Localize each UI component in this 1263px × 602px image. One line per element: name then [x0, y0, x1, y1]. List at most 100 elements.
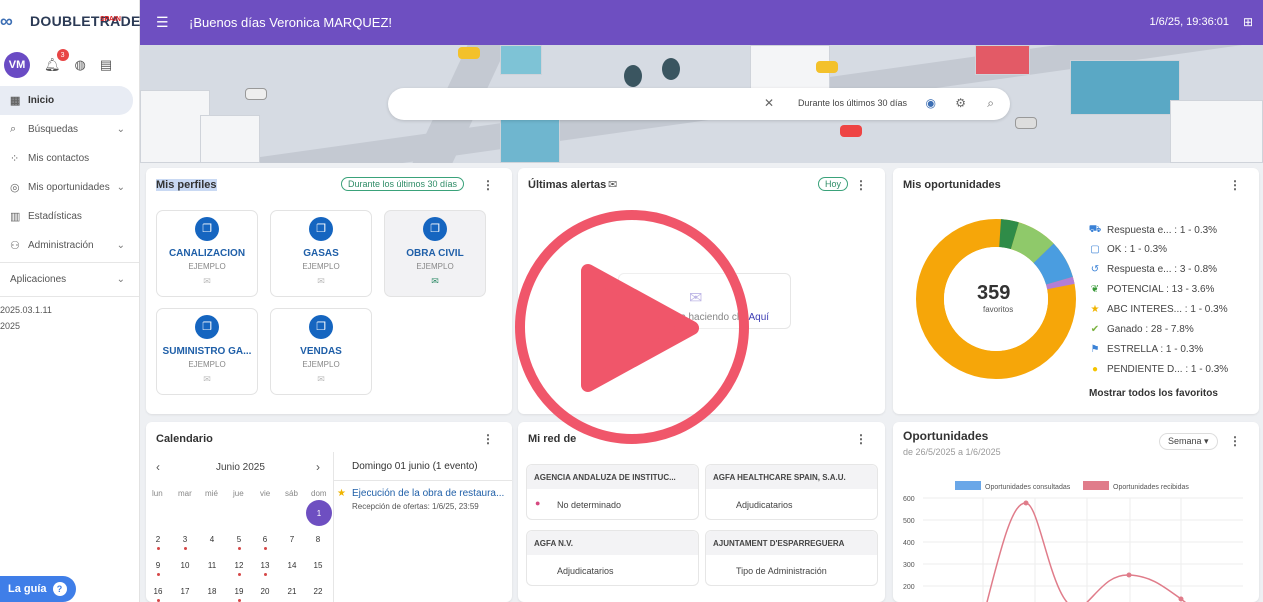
legend-row[interactable]: ✔ Ganado : 28 - 7.8% — [1088, 324, 1194, 335]
calendar-day[interactable]: 21 — [283, 587, 301, 596]
event-day-title: Domingo 01 junio (1 evento) — [352, 461, 478, 472]
here-link[interactable]: Aquí — [749, 312, 770, 323]
play-button[interactable] — [514, 209, 750, 445]
building-icon[interactable]: ▤ — [100, 57, 112, 73]
weekday: mié — [205, 489, 218, 498]
help-icon: ? — [52, 582, 67, 596]
show-all-link[interactable]: Mostrar todos los favoritos — [1089, 388, 1218, 399]
profile-sub: EJEMPLO — [302, 360, 340, 369]
sidebar-item-oportunidades[interactable]: ◎ Mis oportunidades ⌄ — [0, 173, 139, 202]
calendar-day[interactable]: 18 — [203, 587, 221, 596]
clear-icon[interactable]: ✕ — [764, 96, 774, 110]
sidebar-item-busquedas[interactable]: ⌕ Búsquedas ⌄ — [0, 115, 139, 144]
network-item[interactable]: AGFA HEALTHCARE SPAIN, S.A.U. Adjudicatar… — [705, 464, 878, 520]
more-icon[interactable]: ⋮ — [855, 178, 867, 192]
card-title: Mis perfiles — [156, 179, 217, 191]
period-pill[interactable]: Durante los últimos 30 días — [341, 177, 465, 191]
network-item-value: No determinado — [557, 500, 622, 510]
legend-row[interactable]: ❦ POTENCIAL : 13 - 3.6% — [1088, 284, 1215, 295]
more-icon[interactable]: ⋮ — [482, 178, 494, 192]
calendar-day[interactable]: 22 — [309, 587, 327, 596]
guide-button[interactable]: La guía? — [0, 576, 76, 602]
sidebar-item-administracion[interactable]: ⚇ Administración ⌄ — [0, 231, 139, 260]
car — [816, 61, 838, 73]
sidebar-item-inicio[interactable]: ▦ Inicio — [0, 86, 133, 115]
calendar-day[interactable]: 9 — [149, 561, 167, 570]
event-dot — [238, 573, 241, 576]
more-icon[interactable]: ⋮ — [855, 432, 867, 446]
profile-card[interactable]: ❐ VENDAS EJEMPLO ✉ — [270, 308, 372, 395]
legend-row[interactable]: ⚑ ESTRELLA : 1 - 0.3% — [1088, 344, 1204, 355]
network-item-name: AGENCIA ANDALUZA DE INSTITUC... — [527, 465, 698, 489]
data-point — [1023, 500, 1029, 506]
calendar-day[interactable]: 3 — [176, 535, 194, 544]
search-icon[interactable]: ⌕ — [987, 96, 994, 111]
bell-icon[interactable]: 🔔︎ 3 — [44, 49, 69, 73]
calendar-day[interactable]: 10 — [176, 561, 194, 570]
legend-row[interactable]: ● PENDIENTE D... : 1 - 0.3% — [1088, 364, 1228, 375]
profile-card[interactable]: ❐ SUMINISTRO GA... EJEMPLO ✉ — [156, 308, 258, 395]
more-icon[interactable]: ⋮ — [1229, 434, 1241, 448]
mail-icon: ✉ — [203, 374, 211, 384]
calendar-day[interactable]: 20 — [256, 587, 274, 596]
network-item[interactable]: AGFA N.V. Adjudicatarios — [526, 530, 699, 586]
legend-row[interactable]: ★ ABC INTERES... : 1 - 0.3% — [1088, 304, 1228, 315]
more-icon[interactable]: ⋮ — [482, 432, 494, 446]
network-item[interactable]: AGENCIA ANDALUZA DE INSTITUC... ● No deter… — [526, 464, 699, 520]
event-dot — [264, 573, 267, 576]
bookmark-icon: ❐ — [309, 217, 333, 241]
sidebar-item-contactos[interactable]: ⁘ Mis contactos — [0, 144, 139, 173]
sidebar-item-label: Aplicaciones — [10, 274, 67, 285]
filter-icon[interactable]: ◉ — [926, 96, 936, 110]
calendar-day[interactable]: 6 — [256, 535, 274, 544]
menu-icon[interactable]: ☰ — [156, 14, 169, 31]
gear-icon[interactable]: ⚙ — [955, 96, 966, 110]
sidebar-item-estadisticas[interactable]: ▥ Estadísticas — [0, 202, 139, 231]
calendar-day[interactable]: 17 — [176, 587, 194, 596]
avatar[interactable]: VM — [4, 52, 30, 78]
profile-card[interactable]: ❐ GASAS EJEMPLO ✉ — [270, 210, 372, 297]
calendar-day[interactable]: 11 — [203, 561, 221, 570]
logo-text: DOUBLETRADE — [30, 13, 141, 29]
car — [840, 125, 862, 137]
profile-card[interactable]: ❐ CANALIZACION EJEMPLO ✉ — [156, 210, 258, 297]
calendar-day[interactable]: 13 — [256, 561, 274, 570]
calendar-day[interactable]: 5 — [230, 535, 248, 544]
sidebar-item-aplicaciones[interactable]: Aplicaciones ⌄ — [0, 265, 139, 294]
bookmark-icon: ❐ — [195, 315, 219, 339]
date-range: de 26/5/2025 a 1/6/2025 — [903, 447, 1001, 457]
sidebar-item-label: Búsquedas — [28, 124, 79, 135]
calendar-day[interactable]: 7 — [283, 535, 301, 544]
chat-icon: ▢ — [1090, 244, 1100, 255]
calendar-day[interactable]: 12 — [230, 561, 248, 570]
legend-row[interactable]: ▢ OK : 1 - 0.3% — [1088, 244, 1167, 255]
stats-icon: ▥ — [10, 211, 21, 223]
more-icon[interactable]: ⋮ — [1229, 178, 1241, 192]
globe-icon[interactable]: ◍ — [75, 57, 86, 73]
profile-card[interactable]: ❐ OBRA CIVIL EJEMPLO ✉ — [384, 210, 486, 297]
period-select[interactable]: Semana ▾ — [1159, 433, 1218, 450]
event-title[interactable]: Ejecución de la obra de restaura... — [352, 488, 504, 499]
calendar-day[interactable]: 16 — [149, 587, 167, 596]
calendar-day-selected[interactable]: 1 — [306, 500, 332, 526]
version-year: 2025 — [0, 321, 21, 331]
legend-row[interactable]: ⛟ Respuesta e... : 1 - 0.3% — [1088, 224, 1217, 237]
calendar-day[interactable]: 15 — [309, 561, 327, 570]
calendar-day[interactable]: 19 — [230, 587, 248, 596]
apps-grid-icon[interactable]: ⊞ — [1243, 15, 1253, 29]
network-item[interactable]: AJUNTAMENT D'ESPARREGUERA Tipo de Adminis… — [705, 530, 878, 586]
paint-icon: ⚑ — [1090, 344, 1100, 355]
leaf-icon: ❦ — [1090, 284, 1100, 295]
next-month-button[interactable]: › — [316, 460, 320, 474]
calendar-day[interactable]: 14 — [283, 561, 301, 570]
legend-row[interactable]: ↺ Respuesta e... : 3 - 0.8% — [1088, 264, 1217, 275]
calendar-day[interactable]: 4 — [203, 535, 221, 544]
today-pill[interactable]: Hoy — [818, 177, 849, 191]
divider — [0, 296, 139, 297]
calendar-day[interactable]: 2 — [149, 535, 167, 544]
search-period[interactable]: Durante los últimos 30 días — [798, 98, 907, 108]
search-bar[interactable]: ✕ Durante los últimos 30 días ◉ ⚙ ⌕ — [388, 88, 1010, 120]
prev-month-button[interactable]: ‹ — [156, 460, 160, 474]
calendar-day[interactable]: 8 — [309, 535, 327, 544]
legend-label: OK : 1 - 0.3% — [1107, 244, 1168, 255]
